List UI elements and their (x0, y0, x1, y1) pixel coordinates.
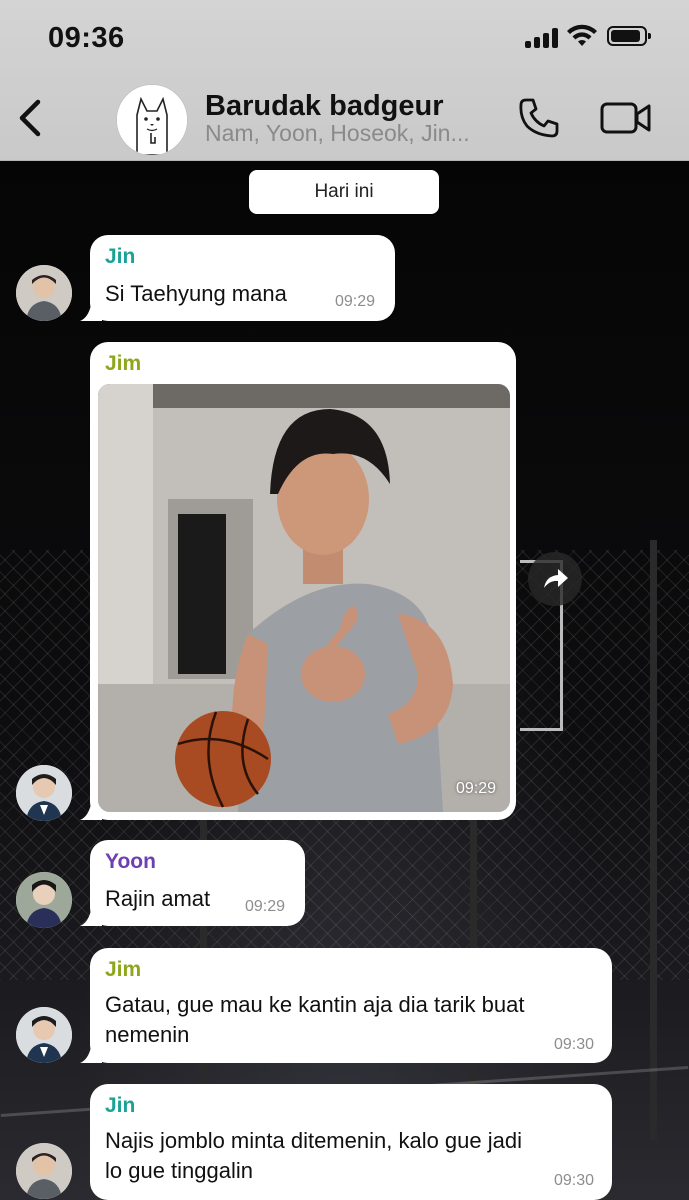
message-time: 09:29 (334, 293, 375, 310)
status-time: 09:36 (48, 22, 125, 54)
back-button[interactable] (14, 96, 48, 140)
user-photo-icon (16, 265, 72, 321)
date-separator: Hari ini (249, 170, 439, 214)
wifi-icon (567, 24, 597, 46)
message-text-line: lo gue tinggalin (105, 1158, 254, 1183)
sender-name: Jim (105, 352, 142, 375)
chat-members[interactable]: Nam, Yoon, Hoseok, Jin... (205, 120, 505, 147)
message-bubble[interactable]: Jim Gatau, gue mau ke kantin aja dia tar… (80, 948, 612, 1063)
user-photo-icon (16, 765, 72, 821)
photo-of-person-with-basketball-icon (98, 384, 510, 812)
bubble-tail (80, 1041, 102, 1063)
message-bubble[interactable]: Yoon Rajin amat 09:29 (80, 840, 305, 926)
avatar-jim[interactable] (16, 1007, 72, 1063)
message-bubble[interactable]: Jin Si Taehyung mana 09:29 (80, 235, 395, 321)
sender-name: Jim (105, 958, 142, 981)
share-arrow-icon (544, 569, 568, 588)
message-text-line: Gatau, gue mau ke kantin aja dia tarik b… (105, 992, 525, 1017)
share-button[interactable] (528, 552, 582, 606)
message-time: 09:30 (553, 1036, 594, 1053)
avatar-jin[interactable] (16, 1143, 72, 1199)
user-photo-icon (16, 1143, 72, 1199)
background-pole (650, 540, 657, 1140)
video-call-button[interactable] (600, 100, 652, 136)
message-text: Rajin amat (105, 886, 211, 911)
sender-name: Jin (105, 245, 136, 268)
message-text-line: nemenin (105, 1022, 190, 1047)
chat-title[interactable]: Barudak badgeur (205, 90, 444, 123)
cat-avatar-icon (117, 85, 187, 155)
user-photo-icon (16, 872, 72, 928)
sender-name: Jin (105, 1094, 136, 1117)
bubble-tail (80, 904, 102, 926)
group-avatar[interactable] (116, 84, 188, 156)
battery-icon (607, 26, 651, 46)
message-text-line: Najis jomblo minta ditemenin, kalo gue j… (105, 1128, 522, 1153)
sender-name: Yoon (105, 850, 156, 873)
user-photo-icon (16, 1007, 72, 1063)
bubble-tail (80, 299, 102, 321)
photo-time: 09:29 (455, 780, 496, 797)
photo-message-bubble[interactable]: Jim 09:29 (80, 342, 516, 820)
top-bar: 09:36 Barudak badgeur Nam, Yoon, Hoseok,… (0, 0, 689, 161)
photo-attachment[interactable]: 09:29 (98, 384, 510, 812)
avatar-jin[interactable] (16, 265, 72, 321)
message-bubble[interactable]: Jin Najis jomblo minta ditemenin, kalo g… (90, 1084, 612, 1200)
message-text: Si Taehyung mana (105, 281, 287, 306)
message-time: 09:30 (553, 1172, 594, 1189)
message-time: 09:29 (244, 898, 285, 915)
avatar-yoon[interactable] (16, 872, 72, 928)
phone-call-button[interactable] (516, 95, 562, 141)
avatar-jim[interactable] (16, 765, 72, 821)
cellular-signal-icon (525, 28, 559, 48)
